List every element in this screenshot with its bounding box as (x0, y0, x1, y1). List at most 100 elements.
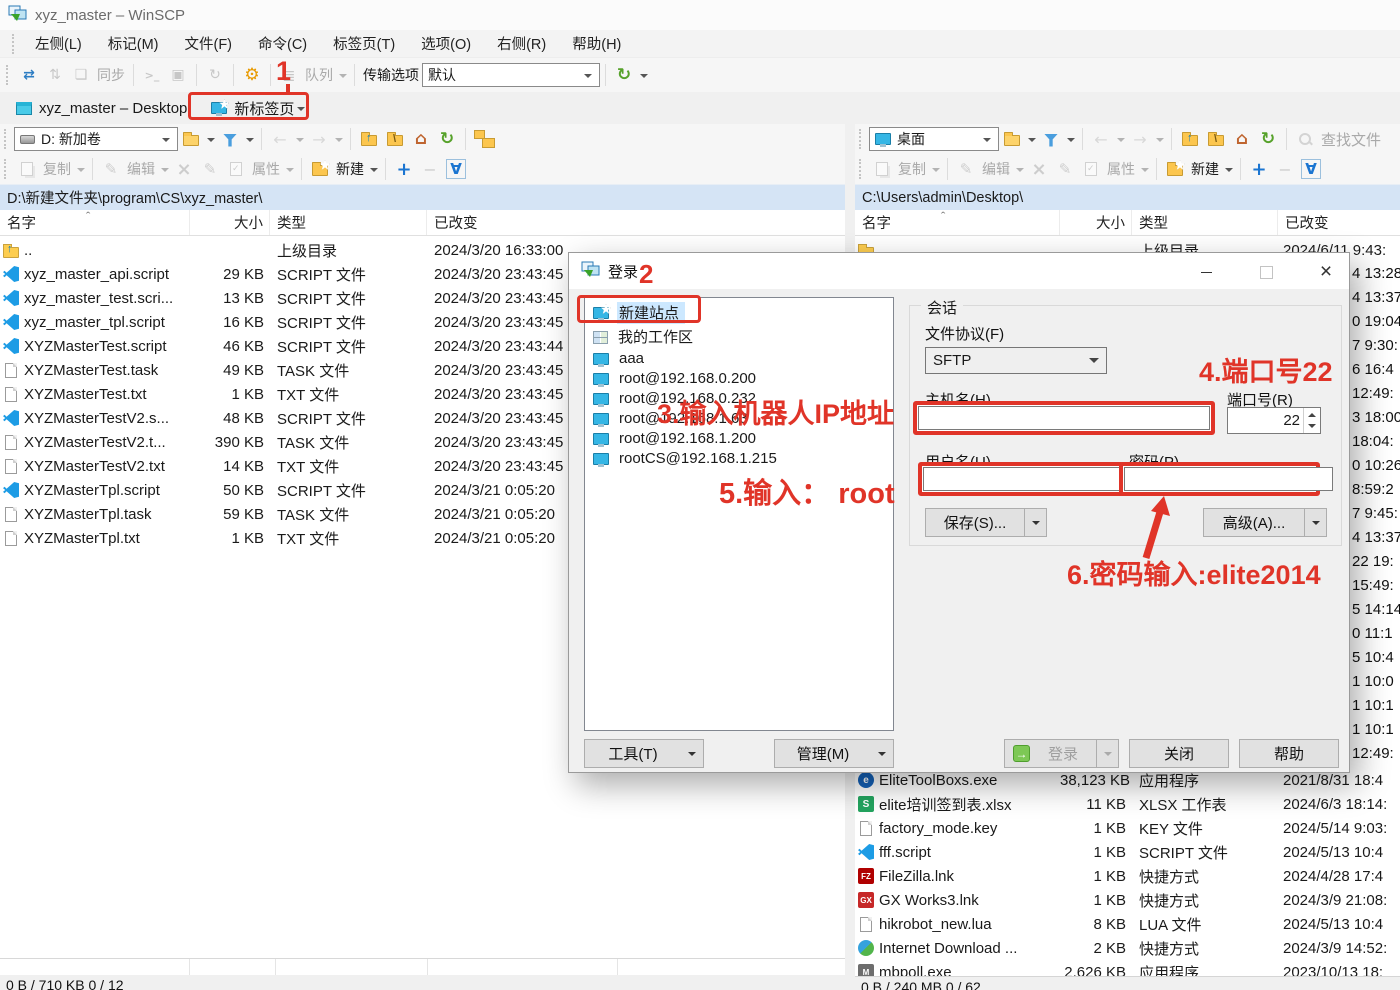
menu-item[interactable]: 帮助(H) (559, 30, 634, 57)
column-header[interactable]: 名字 (0, 210, 190, 235)
minimize-button[interactable] (1189, 261, 1223, 283)
left-parent-dir-button[interactable] (357, 126, 381, 152)
tab-xyz-master-desktop[interactable]: xyz_master – Desktop (8, 92, 199, 124)
left-select-add-button[interactable] (392, 156, 416, 182)
file-size: 1 KB (1060, 844, 1132, 861)
left-root-dir-button[interactable] (383, 126, 407, 152)
site-item[interactable]: 我的工作区 (585, 325, 893, 349)
column-header[interactable]: 名字 (855, 210, 1060, 235)
port-stepper[interactable]: 22 (1227, 407, 1321, 434)
transfer-settings-combo[interactable]: 默认 (422, 63, 600, 87)
site-item[interactable]: root@192.168.0.200 (585, 369, 893, 389)
right-root-dir-button[interactable] (1204, 126, 1228, 152)
left-properties-button (224, 156, 248, 182)
site-item[interactable]: 新建站点 (585, 301, 893, 325)
right-home-dir-button[interactable] (1230, 126, 1254, 152)
file-row[interactable]: fff.script1 KBSCRIPT 文件2024/5/13 10:4 (855, 840, 1400, 864)
right-filter-button[interactable] (1039, 126, 1063, 152)
winscp-app-icon (8, 5, 27, 25)
file-row[interactable]: elite培训签到表.xlsx11 KBXLSX 工作表2024/6/3 18:… (855, 792, 1400, 816)
left-drive-combo[interactable]: D: 新加卷 (14, 127, 178, 151)
tools-button[interactable]: 工具(T) (584, 739, 704, 768)
file-row[interactable]: hikrobot_new.lua8 KBLUA 文件2024/5/13 10:4 (855, 912, 1400, 936)
right-new-button[interactable] (1163, 156, 1187, 182)
file-size: 38,123 KB (1060, 772, 1132, 789)
menu-item[interactable]: 左侧(L) (22, 30, 95, 57)
left-refresh-button[interactable] (435, 126, 459, 152)
commander-layout-button[interactable] (17, 62, 41, 88)
site-item[interactable]: root@192.168.1.200 (585, 429, 893, 449)
menu-item[interactable]: 标签页(T) (320, 30, 408, 57)
menu-item[interactable]: 标记(M) (95, 30, 172, 57)
script-icon (858, 844, 874, 860)
queue-caret-icon (339, 74, 347, 82)
menu-item[interactable]: 右侧(R) (484, 30, 559, 57)
separator (92, 158, 93, 180)
file-type: SCRIPT 文件 (270, 288, 427, 309)
file-row[interactable]: Internet Download ...2 KB快捷方式2024/3/9 14… (855, 936, 1400, 960)
menu-item[interactable]: 命令(C) (245, 30, 320, 57)
delete-icon (174, 159, 194, 179)
right-drive-combo[interactable]: 桌面 (869, 127, 999, 151)
file-row[interactable]: factory_mode.key1 KBKEY 文件2024/5/14 9:03… (855, 816, 1400, 840)
left-filter-button[interactable] (218, 126, 242, 152)
file-name: factory_mode.key (879, 820, 997, 837)
column-header[interactable]: 已改变 (1278, 210, 1400, 235)
file-size: 1 KB (190, 386, 270, 403)
column-header[interactable]: 大小 (190, 210, 270, 235)
menu-item[interactable]: 文件(F) (171, 30, 245, 57)
file-row[interactable]: FileZilla.lnk1 KB快捷方式2024/4/28 17:4 (855, 864, 1400, 888)
new-tab-icon (211, 102, 227, 114)
file-type: KEY 文件 (1132, 818, 1278, 839)
column-header[interactable]: 类型 (1132, 210, 1278, 235)
refresh-colored-button[interactable] (612, 62, 636, 88)
protocol-select[interactable]: SFTP (925, 347, 1107, 374)
right-parent-dir-button[interactable] (1178, 126, 1202, 152)
left-home-dir-button[interactable] (409, 126, 433, 152)
right-refresh-button[interactable] (1256, 126, 1280, 152)
file-row[interactable]: GX Works3.lnk1 KB快捷方式2024/3/9 21:08: (855, 888, 1400, 912)
close-icon[interactable] (1309, 261, 1343, 283)
right-path-bar[interactable]: C:\Users\admin\Desktop\ (855, 184, 1400, 210)
left-open-dir-button[interactable] (179, 126, 203, 152)
exe-icon (858, 772, 874, 788)
left-back-button (268, 126, 292, 152)
help-button[interactable]: 帮助 (1239, 739, 1339, 768)
new-tab-button[interactable]: 新标签页 (205, 92, 313, 124)
login-caret-icon (1096, 740, 1118, 767)
column-header[interactable]: 已改变 (427, 210, 845, 235)
site-item[interactable]: rootCS@192.168.1.215 (585, 449, 893, 469)
script-icon (3, 290, 19, 306)
advanced-caret-icon[interactable] (1304, 509, 1326, 536)
preferences-button[interactable] (240, 62, 264, 88)
username-input[interactable] (923, 467, 1132, 491)
advanced-button[interactable]: 高级(A)... (1203, 508, 1327, 537)
save-caret-icon[interactable] (1024, 509, 1046, 536)
column-header[interactable]: 大小 (1060, 210, 1132, 235)
spinner-arrows-icon[interactable] (1303, 408, 1320, 433)
site-icon (593, 413, 609, 425)
save-button[interactable]: 保存(S)... (925, 508, 1047, 537)
manage-button[interactable]: 管理(M) (774, 739, 894, 768)
file-name: elite培训签到表.xlsx (879, 794, 1012, 815)
annotation-step-6: 6.密码输入:elite2014 (1067, 562, 1321, 589)
right-select-add-button[interactable] (1247, 156, 1271, 182)
right-select-all-button[interactable] (1299, 156, 1323, 182)
right-column-headers: 名字大小类型已改变 (855, 210, 1400, 236)
menu-item[interactable]: 选项(O) (408, 30, 484, 57)
left-tree-button[interactable] (472, 126, 496, 152)
left-path-bar[interactable]: D:\新建文件夹\program\CS\xyz_master\ (0, 184, 845, 210)
password-input[interactable] (1124, 467, 1333, 491)
column-header[interactable]: 类型 (270, 210, 427, 235)
left-new-button[interactable] (308, 156, 332, 182)
close-button[interactable]: 关闭 (1129, 739, 1229, 768)
toolbar-separator (133, 64, 134, 86)
right-status-bar: 0 B / 240 MB 0 / 62 (855, 976, 1400, 990)
file-type: TASK 文件 (270, 360, 427, 381)
host-input[interactable] (918, 406, 1210, 430)
session-tab-icon (16, 102, 32, 115)
right-open-dir-button[interactable] (1000, 126, 1024, 152)
left-select-all-button[interactable] (444, 156, 468, 182)
menu-grip (12, 34, 18, 54)
site-item[interactable]: aaa (585, 349, 893, 369)
